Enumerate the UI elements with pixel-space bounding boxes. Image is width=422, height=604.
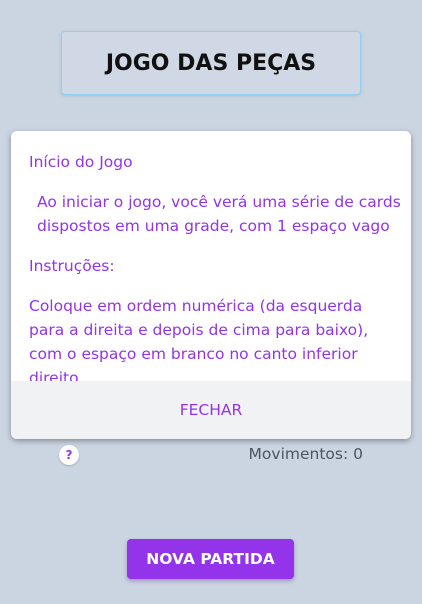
modal-heading-instructions: Instruções: — [29, 257, 115, 275]
new-game-button[interactable]: NOVA PARTIDA — [127, 539, 294, 579]
modal-paragraph-instructions: Coloque em ordem numérica (da esquerda p… — [29, 297, 369, 387]
page-title: JOGO DAS PEÇAS — [105, 50, 317, 76]
modal-footer: FECHAR — [11, 381, 411, 439]
close-modal-button[interactable]: FECHAR — [170, 397, 253, 423]
modal-body: Início do Jogo Ao iniciar o jogo, você v… — [11, 131, 411, 387]
instructions-modal: Início do Jogo Ao iniciar o jogo, você v… — [11, 131, 411, 439]
modal-heading-start: Início do Jogo — [29, 153, 133, 171]
question-mark-icon[interactable]: ? — [59, 445, 79, 465]
moves-counter: Movimentos: 0 — [248, 445, 363, 463]
modal-paragraph-start: Ao iniciar o jogo, você verá uma série d… — [37, 193, 401, 235]
title-box: JOGO DAS PEÇAS — [61, 31, 361, 95]
